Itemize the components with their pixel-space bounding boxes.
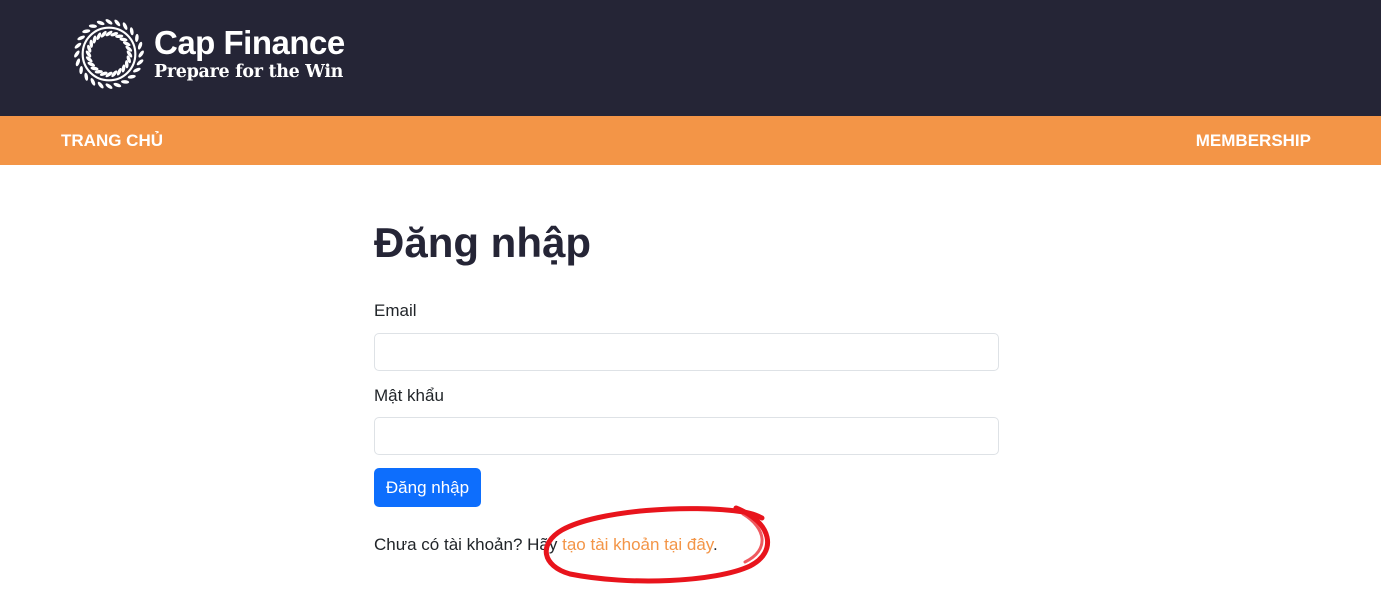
laurel-leaf <box>113 82 122 88</box>
site-header: Cap Finance Prepare for the Win <box>0 0 1381 116</box>
laurel-leaf <box>105 83 113 89</box>
laurel-leaf <box>74 42 82 49</box>
laurel-leaf <box>79 66 83 75</box>
laurel-leaf <box>129 27 134 36</box>
laurel-leaf <box>114 19 121 27</box>
laurel-wreath-icon <box>74 19 144 89</box>
password-label: Mật khẩu <box>374 386 444 405</box>
password-input[interactable] <box>374 417 999 455</box>
signup-prefix: Chưa có tài khoản? Hãy <box>374 535 563 554</box>
laurel-leaf <box>135 33 139 42</box>
laurel-leaf <box>82 29 91 34</box>
laurel-leaf <box>133 67 141 73</box>
email-label: Email <box>374 301 417 320</box>
laurel-leaf <box>105 19 113 25</box>
laurel-leaf <box>84 72 89 81</box>
brand-logo[interactable]: Cap Finance Prepare for the Win <box>70 14 345 94</box>
laurel-leaf <box>122 22 128 30</box>
laurel-leaf <box>77 35 85 41</box>
laurel-leaf <box>127 74 136 79</box>
page-title: Đăng nhập <box>374 219 591 266</box>
laurel-leaf <box>96 20 105 26</box>
signup-prompt: Chưa có tài khoản? Hãy tạo tài khoản tại… <box>374 535 718 555</box>
laurel-leaf <box>138 50 144 58</box>
signup-suffix: . <box>713 535 718 554</box>
laurel-leaf <box>75 58 81 67</box>
login-button[interactable]: Đăng nhập <box>374 468 481 507</box>
laurel-leaf <box>90 78 96 86</box>
laurel-leaf <box>137 41 143 50</box>
signup-link[interactable]: tạo tài khoản tại đây <box>562 535 713 554</box>
laurel-leaf <box>97 81 104 89</box>
nav-membership-link[interactable]: MEMBERSHIP <box>1196 116 1311 165</box>
email-input[interactable] <box>374 333 999 371</box>
brand-name: Cap Finance <box>154 24 345 61</box>
main-navbar: TRANG CHỦ MEMBERSHIP <box>0 116 1381 165</box>
laurel-leaf <box>121 80 130 84</box>
brand-tagline: Prepare for the Win <box>154 62 344 82</box>
nav-home-link[interactable]: TRANG CHỦ <box>61 116 163 165</box>
laurel-leaf <box>88 24 97 28</box>
laurel-leaf <box>74 50 80 58</box>
laurel-leaf <box>136 59 144 66</box>
